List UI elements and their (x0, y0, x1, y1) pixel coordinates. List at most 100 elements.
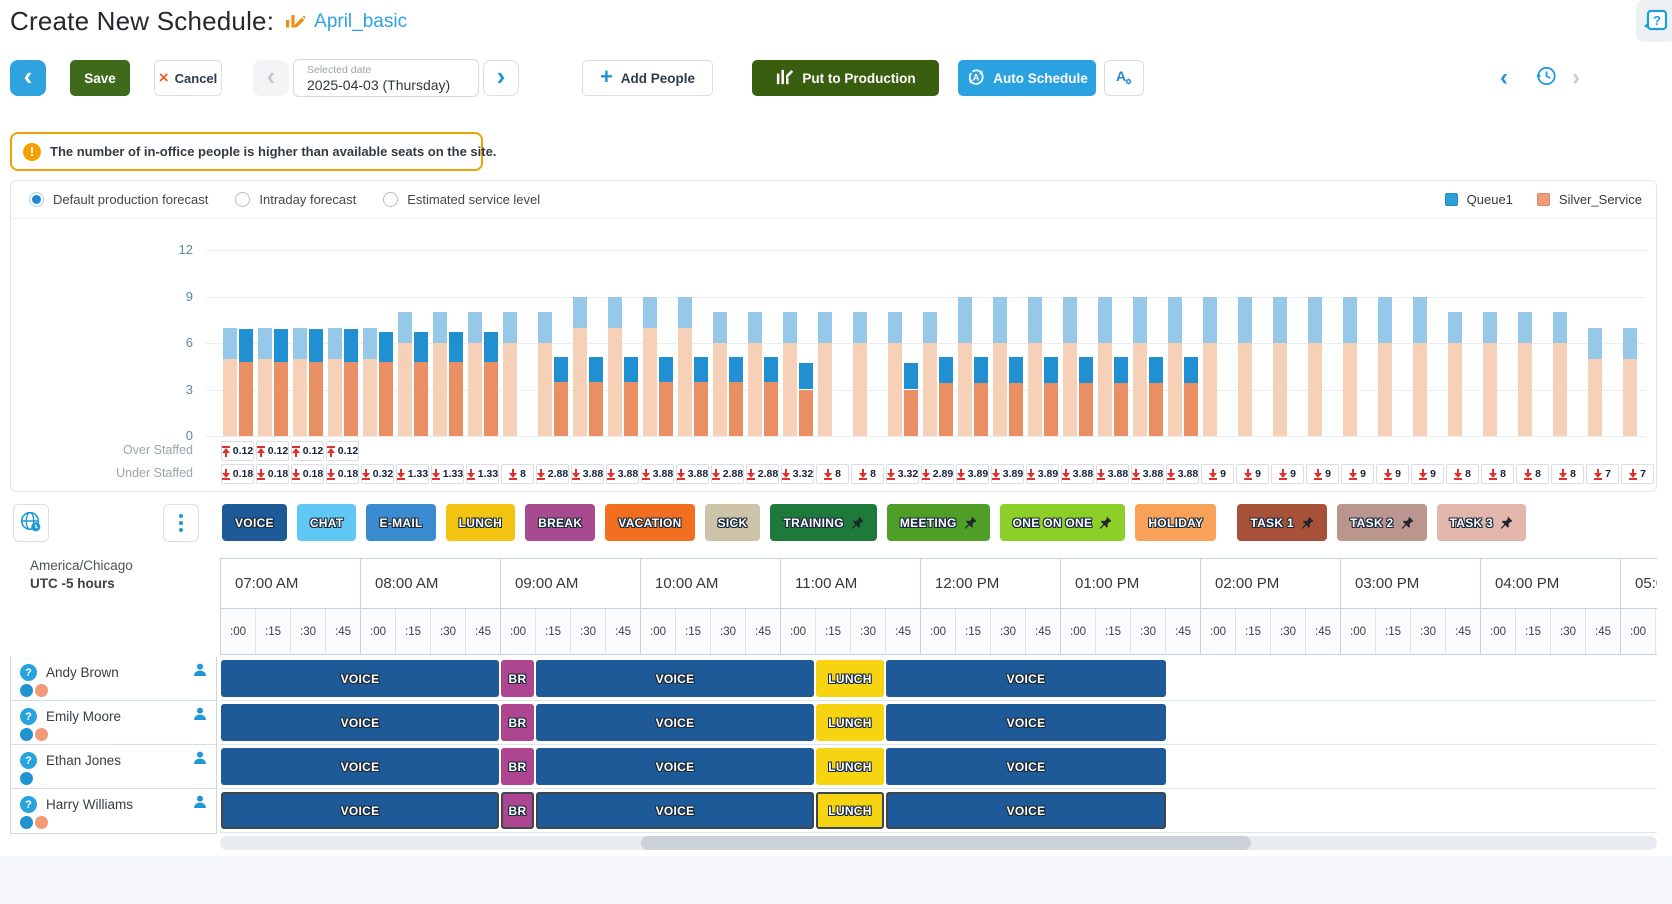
queue-dot-blue (20, 684, 33, 697)
radio-icon (29, 192, 44, 207)
quarter-cell: :15 (1655, 609, 1657, 654)
schedule-block-br[interactable]: BR (501, 792, 534, 829)
quarter-cell: :30 (850, 609, 885, 654)
badge-value: 3.32 (898, 468, 918, 480)
question-circle-icon[interactable]: ? (20, 752, 37, 769)
schedule-block-voice[interactable]: VOICE (221, 748, 499, 785)
save-button[interactable]: Save (70, 60, 130, 96)
under-staffed-badge: 9 (1236, 464, 1269, 484)
schedule-block-voice[interactable]: VOICE (886, 792, 1166, 829)
history-icon[interactable] (1534, 64, 1558, 91)
add-people-button[interactable]: +Add People (582, 60, 713, 96)
forecast-bar-silver (1273, 343, 1287, 436)
scheduled-bar-queue1 (1009, 357, 1023, 383)
schedule-block-lunch[interactable]: LUNCH (816, 660, 884, 697)
selected-date-field[interactable]: Selected date 2025-04-03 (Thursday) (293, 59, 479, 97)
schedule-block-voice[interactable]: VOICE (886, 660, 1166, 697)
scheduled-bar-queue1 (414, 332, 428, 361)
quarter-cell: :45 (1585, 609, 1620, 654)
back-button[interactable]: ‹ (10, 60, 46, 96)
next-date-button[interactable]: › (483, 60, 519, 96)
badge-value: 3.32 (793, 468, 813, 480)
activity-button-break[interactable]: BREAK (525, 504, 595, 541)
schedule-block-lunch[interactable]: LUNCH (816, 704, 884, 741)
history-back-button[interactable]: ‹ (1500, 64, 1508, 92)
schedule-block-br[interactable]: BR (501, 660, 534, 697)
auto-schedule-button[interactable]: A Auto Schedule (958, 60, 1096, 96)
schedule-block-br[interactable]: BR (501, 704, 534, 741)
schedule-block-voice[interactable]: VOICE (536, 748, 814, 785)
activity-button-task-2[interactable]: TASK 2 (1337, 504, 1427, 541)
forecast-bar-queue1 (1203, 297, 1217, 344)
person-icon[interactable] (192, 794, 208, 815)
cancel-button[interactable]: ×Cancel (154, 60, 222, 96)
schedule-block-lunch[interactable]: LUNCH (816, 792, 884, 829)
activity-button-holiday[interactable]: HOLIDAY (1135, 504, 1216, 541)
forecast-bar-silver (1203, 343, 1217, 436)
activity-button-sick[interactable]: SICK (705, 504, 761, 541)
person-icon[interactable] (192, 706, 208, 727)
scrollbar-thumb[interactable] (641, 836, 1251, 850)
schedule-options-kebab-button[interactable] (163, 504, 199, 542)
activity-button-lunch[interactable]: LUNCH (446, 504, 516, 541)
help-button[interactable]: ? (1636, 0, 1672, 42)
schedule-block-voice[interactable]: VOICE (536, 660, 814, 697)
schedule-row[interactable]: VOICEBRVOICELUNCHVOICE (220, 657, 1657, 701)
person-icon[interactable] (192, 750, 208, 771)
schedule-block-voice[interactable]: VOICE (221, 660, 499, 697)
person-icon[interactable] (192, 662, 208, 683)
activity-button-meeting[interactable]: MEETING (887, 504, 990, 541)
badge-value: 3.88 (618, 468, 638, 480)
schedule-row[interactable]: VOICEBRVOICELUNCHVOICE (220, 745, 1657, 789)
horizontal-scrollbar[interactable] (220, 836, 1657, 850)
activity-button-vacation[interactable]: VACATION (605, 504, 694, 541)
activity-button-chat[interactable]: CHAT (297, 504, 357, 541)
question-circle-icon[interactable]: ? (20, 708, 37, 725)
forecast-option-radio[interactable]: Default production forecast (29, 192, 208, 207)
question-circle-icon[interactable]: ? (20, 796, 37, 813)
activity-button-voice[interactable]: VOICE (222, 504, 287, 541)
scheduled-bar-silver (1044, 383, 1058, 436)
schedule-row[interactable]: VOICEBRVOICELUNCHVOICE (220, 701, 1657, 745)
arrow-down-icon (887, 469, 895, 480)
scheduled-bar-queue1 (309, 329, 323, 362)
forecast-bar-queue1 (1273, 297, 1287, 344)
schedule-edit-icon (283, 8, 305, 35)
question-circle-icon[interactable]: ? (20, 664, 37, 681)
schedule-row[interactable]: VOICEBRVOICELUNCHVOICE (220, 789, 1657, 833)
forecast-bar-silver (1588, 359, 1602, 437)
activity-button-training[interactable]: TRAINING (770, 504, 876, 541)
activity-button-one-on-one[interactable]: ONE ON ONE (1000, 504, 1126, 541)
schedule-block-voice[interactable]: VOICE (221, 704, 499, 741)
activity-button-e-mail[interactable]: E-MAIL (366, 504, 435, 541)
schedule-block-lunch[interactable]: LUNCH (816, 748, 884, 785)
hour-cell: 05:00 PM (1620, 559, 1657, 608)
queue-dot-blue (20, 728, 33, 741)
schedule-block-voice[interactable]: VOICE (221, 792, 499, 829)
activity-settings-button[interactable]: A (1104, 60, 1144, 96)
forecast-option-radio[interactable]: Intraday forecast (235, 192, 356, 207)
globe-icon (19, 510, 43, 537)
schedule-block-voice[interactable]: VOICE (886, 704, 1166, 741)
schedule-block-voice[interactable]: VOICE (536, 792, 814, 829)
put-to-production-button[interactable]: Put to Production (752, 60, 939, 96)
activity-label: TASK 1 (1250, 516, 1294, 530)
forecast-bar-silver (258, 359, 272, 437)
schedule-block-voice[interactable]: VOICE (886, 748, 1166, 785)
schedule-block-voice[interactable]: VOICE (536, 704, 814, 741)
activity-button-task-1[interactable]: TASK 1 (1237, 504, 1327, 541)
previous-date-button[interactable]: ‹ (253, 60, 289, 96)
arrow-down-icon (222, 469, 230, 480)
block-label: VOICE (341, 716, 380, 730)
forecast-option-radio[interactable]: Estimated service level (383, 192, 540, 207)
queue-dot-orange (35, 816, 48, 829)
forecast-bar-silver (223, 359, 237, 437)
history-forward-button[interactable]: › (1572, 64, 1580, 92)
block-label: VOICE (656, 672, 695, 686)
schedule-name-link[interactable]: April_basic (314, 11, 407, 33)
arrow-down-icon (1132, 469, 1140, 480)
activity-button-task-3[interactable]: TASK 3 (1437, 504, 1527, 541)
schedule-block-br[interactable]: BR (501, 748, 534, 785)
badge-value: 9 (1255, 468, 1261, 480)
timezone-globe-button[interactable] (13, 504, 49, 542)
